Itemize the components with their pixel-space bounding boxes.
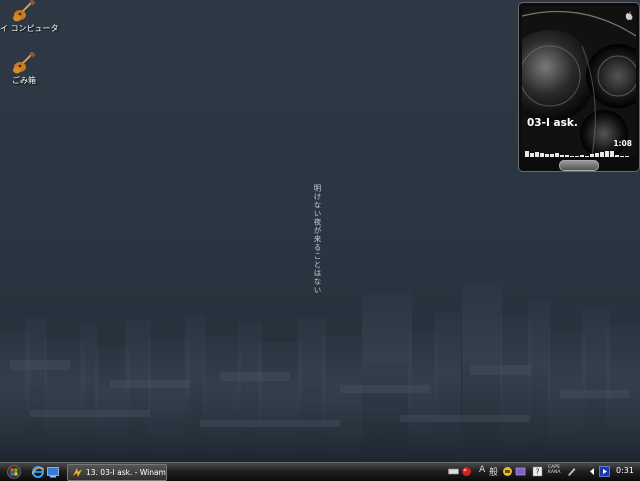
apple-icon <box>625 11 633 20</box>
winamp-widget[interactable]: 03-I ask. 1:08 <box>518 2 640 172</box>
elapsed-time: 1:08 <box>613 139 632 148</box>
ime-tool-icon[interactable] <box>502 466 513 477</box>
speaker-artwork <box>522 6 636 156</box>
system-tray: A 般 ? CAPS KANA 0:31 <box>444 464 640 480</box>
show-desktop-icon[interactable] <box>46 465 60 479</box>
taskbar: 13. 03-I ask. - Winamp A 般 ? CAPS KANA 0… <box>0 462 640 481</box>
widget-drag-handle[interactable] <box>559 160 599 171</box>
guitar-icon <box>13 52 36 74</box>
desktop-icon-label: ごみ箱 <box>12 76 36 85</box>
desktop-icon-label: マイ コンピュータ <box>0 24 59 33</box>
chevron-left-icon[interactable] <box>587 466 598 477</box>
taskbar-button-winamp[interactable]: 13. 03-I ask. - Winamp <box>67 464 167 481</box>
kana-label: KANA <box>548 470 561 475</box>
track-title: 03-I ask. <box>527 117 578 129</box>
ie-icon[interactable] <box>31 465 45 479</box>
desktop: マイ コンピュータ ごみ箱 明けない夜が来ることはない <box>0 0 640 462</box>
desktop-icon-my-computer[interactable]: マイ コンピュータ <box>0 0 59 34</box>
wallpaper-vertical-text: 明けない夜が来ることはない <box>313 184 322 295</box>
caps-kana-indicator: CAPS KANA <box>548 465 560 475</box>
dictionary-icon[interactable] <box>515 466 526 477</box>
task-label: 13. 03-I ask. - Winamp <box>86 468 167 477</box>
guitar-icon <box>13 0 36 22</box>
desktop-icon-recycle-bin[interactable]: ごみ箱 <box>0 52 56 86</box>
help-icon[interactable]: ? <box>532 466 543 477</box>
pen-icon[interactable] <box>566 466 577 477</box>
ime-icon[interactable] <box>461 466 472 477</box>
keyboard-icon[interactable] <box>448 466 459 477</box>
svg-text:?: ? <box>535 468 539 477</box>
ime-mode[interactable]: A <box>479 465 485 475</box>
media-player-icon[interactable] <box>599 466 610 477</box>
ime-kana[interactable]: 般 <box>489 465 498 478</box>
windows-start-icon[interactable] <box>4 465 24 479</box>
winamp-icon <box>73 468 82 477</box>
clock[interactable]: 0:31 <box>616 466 634 475</box>
spectrum-visualizer <box>525 151 629 157</box>
